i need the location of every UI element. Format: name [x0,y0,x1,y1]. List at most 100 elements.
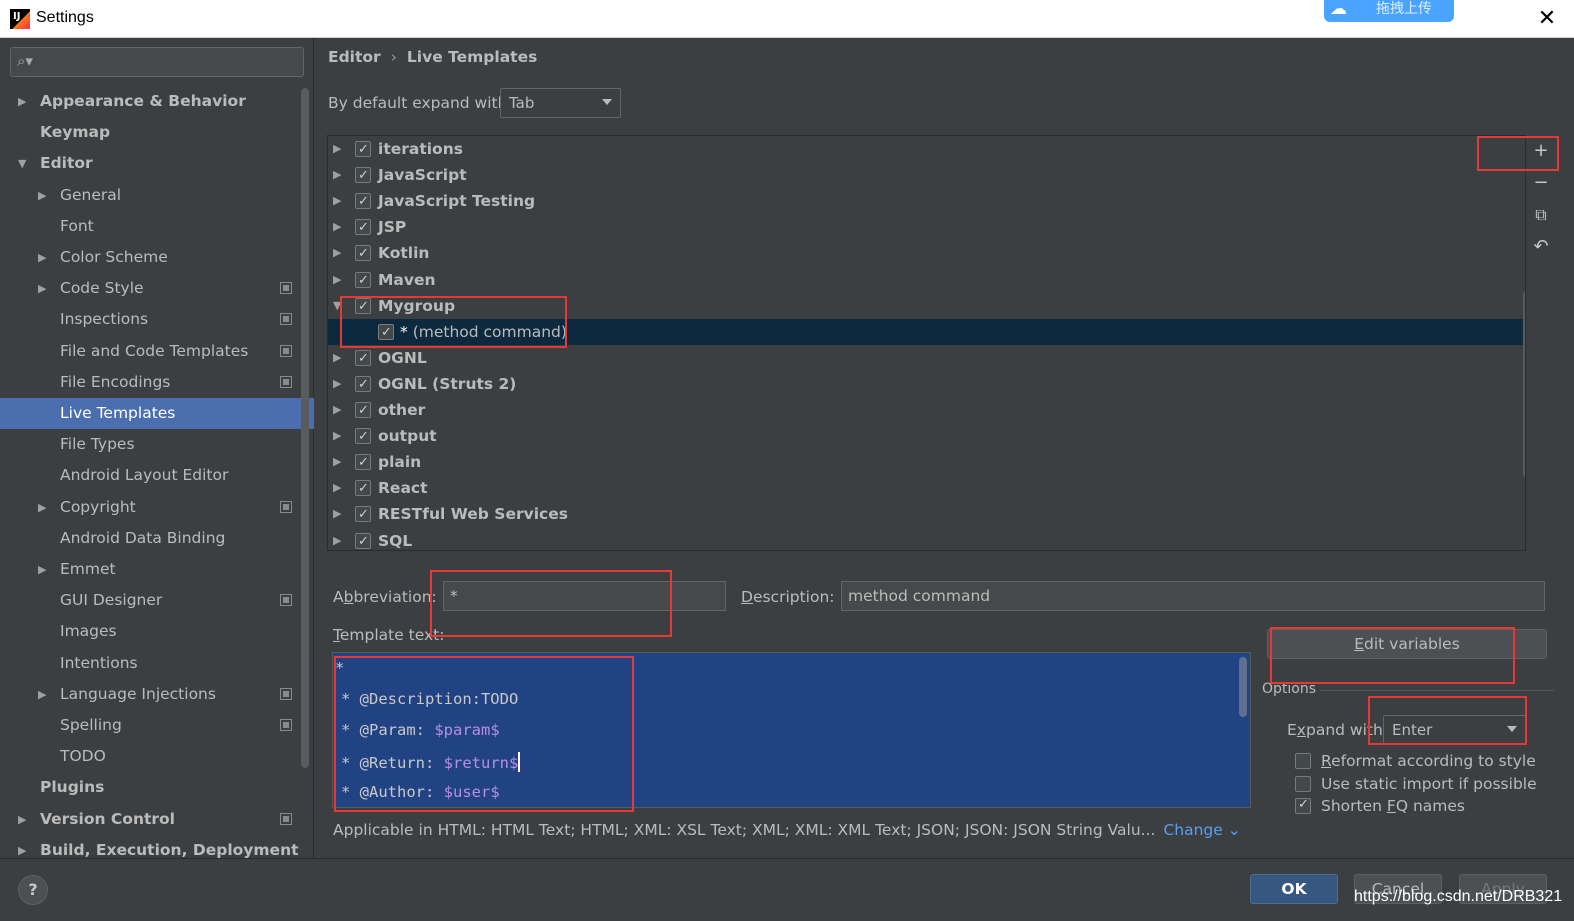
sidebar-item-language-injections[interactable]: ▶ Language Injections [0,679,300,710]
expand-arrow-icon[interactable]: ▶ [38,554,52,585]
expand-arrow-icon[interactable]: ▶ [333,162,341,188]
sidebar-item-android-data-binding[interactable]: Android Data Binding [0,523,300,554]
sidebar-item-gui-designer[interactable]: GUI Designer [0,585,300,616]
enable-checkbox[interactable] [355,294,371,320]
collapse-arrow-icon[interactable]: ▼ [333,293,341,319]
expand-arrow-icon[interactable]: ▶ [333,501,341,527]
sidebar-item-intentions[interactable]: Intentions [0,648,300,679]
expand-arrow-icon[interactable]: ▶ [333,423,341,449]
expand-arrow-icon[interactable]: ▶ [333,136,341,162]
collapse-arrow-icon[interactable]: ▼ [18,148,32,179]
expand-arrow-icon[interactable]: ▶ [38,492,52,523]
expand-arrow-icon[interactable]: ▶ [333,449,341,475]
expand-arrow-icon[interactable]: ▶ [38,180,52,211]
template-group-mygroup[interactable]: ▼ Mygroup [328,293,1523,320]
enable-checkbox[interactable] [378,320,394,346]
template-group-ognl-struts-2[interactable]: ▶ OGNL (Struts 2) [328,371,1523,398]
editor-scrollbar[interactable] [1239,657,1247,717]
sidebar-item-emmet[interactable]: ▶ Emmet [0,554,300,585]
sidebar-item-inspections[interactable]: Inspections [0,304,300,335]
expand-arrow-icon[interactable]: ▶ [38,242,52,273]
sidebar-item-file-and-code-templates[interactable]: File and Code Templates [0,336,300,367]
expand-arrow-icon[interactable]: ▶ [333,371,341,397]
enable-checkbox[interactable] [355,398,371,424]
enable-checkbox[interactable] [355,215,371,241]
sidebar-item-code-style[interactable]: ▶ Code Style [0,273,300,304]
expand-with-select[interactable]: Enter [1383,715,1526,745]
sidebar-item-editor[interactable]: ▼ Editor [0,148,300,179]
enable-checkbox[interactable] [355,450,371,476]
template-group-kotlin[interactable]: ▶ Kotlin [328,240,1523,267]
upload-badge[interactable]: ☁ 拖拽上传 [1324,0,1454,22]
sidebar-item-file-encodings[interactable]: File Encodings [0,367,300,398]
sidebar-item-version-control[interactable]: ▶ Version Control [0,804,300,835]
breadcrumb-parent[interactable]: Editor [328,48,381,66]
sidebar-item-android-layout-editor[interactable]: Android Layout Editor [0,460,300,491]
option-checkbox[interactable] [1295,753,1311,769]
template-group-sql[interactable]: ▶ SQL [328,528,1523,551]
sidebar-item-plugins[interactable]: Plugins [0,772,300,803]
enable-checkbox[interactable] [355,529,371,550]
enable-checkbox[interactable] [355,268,371,294]
template-group-maven[interactable]: ▶ Maven [328,267,1523,294]
description-field[interactable]: method command [841,581,1545,611]
expand-arrow-icon[interactable]: ▶ [333,345,341,371]
enable-checkbox[interactable] [355,137,371,163]
remove-template-button[interactable]: − [1526,169,1556,197]
template-group-restful-web-services[interactable]: ▶ RESTful Web Services [328,501,1523,528]
template-group-javascript[interactable]: ▶ JavaScript [328,162,1523,189]
change-contexts-link[interactable]: Change ⌄ [1163,821,1240,839]
sidebar-item-todo[interactable]: TODO [0,741,300,772]
template-group-jsp[interactable]: ▶ JSP [328,214,1523,241]
template-group-react[interactable]: ▶ React [328,475,1523,502]
option-checkbox[interactable] [1295,794,1311,816]
sidebar-item-font[interactable]: Font [0,211,300,242]
sidebar-item-color-scheme[interactable]: ▶ Color Scheme [0,242,300,273]
enable-checkbox[interactable] [355,189,371,215]
sidebar-scrollbar[interactable] [301,88,309,768]
template-group-output[interactable]: ▶ output [328,423,1523,450]
sidebar-item-general[interactable]: ▶ General [0,180,300,211]
sidebar-item-appearance-behavior[interactable]: ▶ Appearance & Behavior [0,86,300,117]
sidebar-item-live-templates[interactable]: Live Templates [0,398,314,429]
enable-checkbox[interactable] [355,424,371,450]
expand-arrow-icon[interactable]: ▶ [38,679,52,710]
enable-checkbox[interactable] [355,241,371,267]
template-group-iterations[interactable]: ▶ iterations [328,136,1523,163]
template-group-plain[interactable]: ▶ plain [328,449,1523,476]
expand-arrow-icon[interactable]: ▶ [333,397,341,423]
enable-checkbox[interactable] [355,476,371,502]
expand-arrow-icon[interactable]: ▶ [333,475,341,501]
expand-arrow-icon[interactable]: ▶ [333,528,341,551]
sidebar-item-images[interactable]: Images [0,616,300,647]
sidebar-item-file-types[interactable]: File Types [0,429,300,460]
copy-template-button[interactable]: ⧉ [1526,201,1556,229]
enable-checkbox[interactable] [355,163,371,189]
edit-variables-button[interactable]: Edit variables [1267,629,1547,659]
ok-button[interactable]: OK [1250,874,1338,904]
template-item-method-command[interactable]: * (method command) [328,318,1523,346]
enable-checkbox[interactable] [355,372,371,398]
close-window-button[interactable]: ✕ [1534,6,1560,32]
settings-search-input[interactable]: ⌕▾ [10,47,304,77]
expand-arrow-icon[interactable]: ▶ [333,267,341,293]
restore-template-button[interactable]: ↶ [1526,233,1556,261]
enable-checkbox[interactable] [355,346,371,372]
expand-arrow-icon[interactable]: ▶ [38,273,52,304]
template-text-editor[interactable]: * * @Description:TODO * @Param: $param$ * @… [332,652,1251,808]
template-group-javascript-testing[interactable]: ▶ JavaScript Testing [328,188,1523,215]
template-group-other[interactable]: ▶ other [328,397,1523,424]
template-group-ognl[interactable]: ▶ OGNL [328,345,1523,372]
expand-arrow-icon[interactable]: ▶ [333,240,341,266]
option-checkbox[interactable] [1295,775,1311,792]
expand-arrow-icon[interactable]: ▶ [18,86,32,117]
sidebar-item-spelling[interactable]: Spelling [0,710,300,741]
abbreviation-field[interactable]: * [443,581,726,611]
expand-arrow-icon[interactable]: ▶ [18,804,32,835]
expand-arrow-icon[interactable]: ▶ [333,214,341,240]
default-expand-select[interactable]: Tab [500,88,621,118]
sidebar-item-copyright[interactable]: ▶ Copyright [0,492,300,523]
enable-checkbox[interactable] [355,502,371,528]
help-button[interactable]: ? [18,875,48,905]
expand-arrow-icon[interactable]: ▶ [333,188,341,214]
